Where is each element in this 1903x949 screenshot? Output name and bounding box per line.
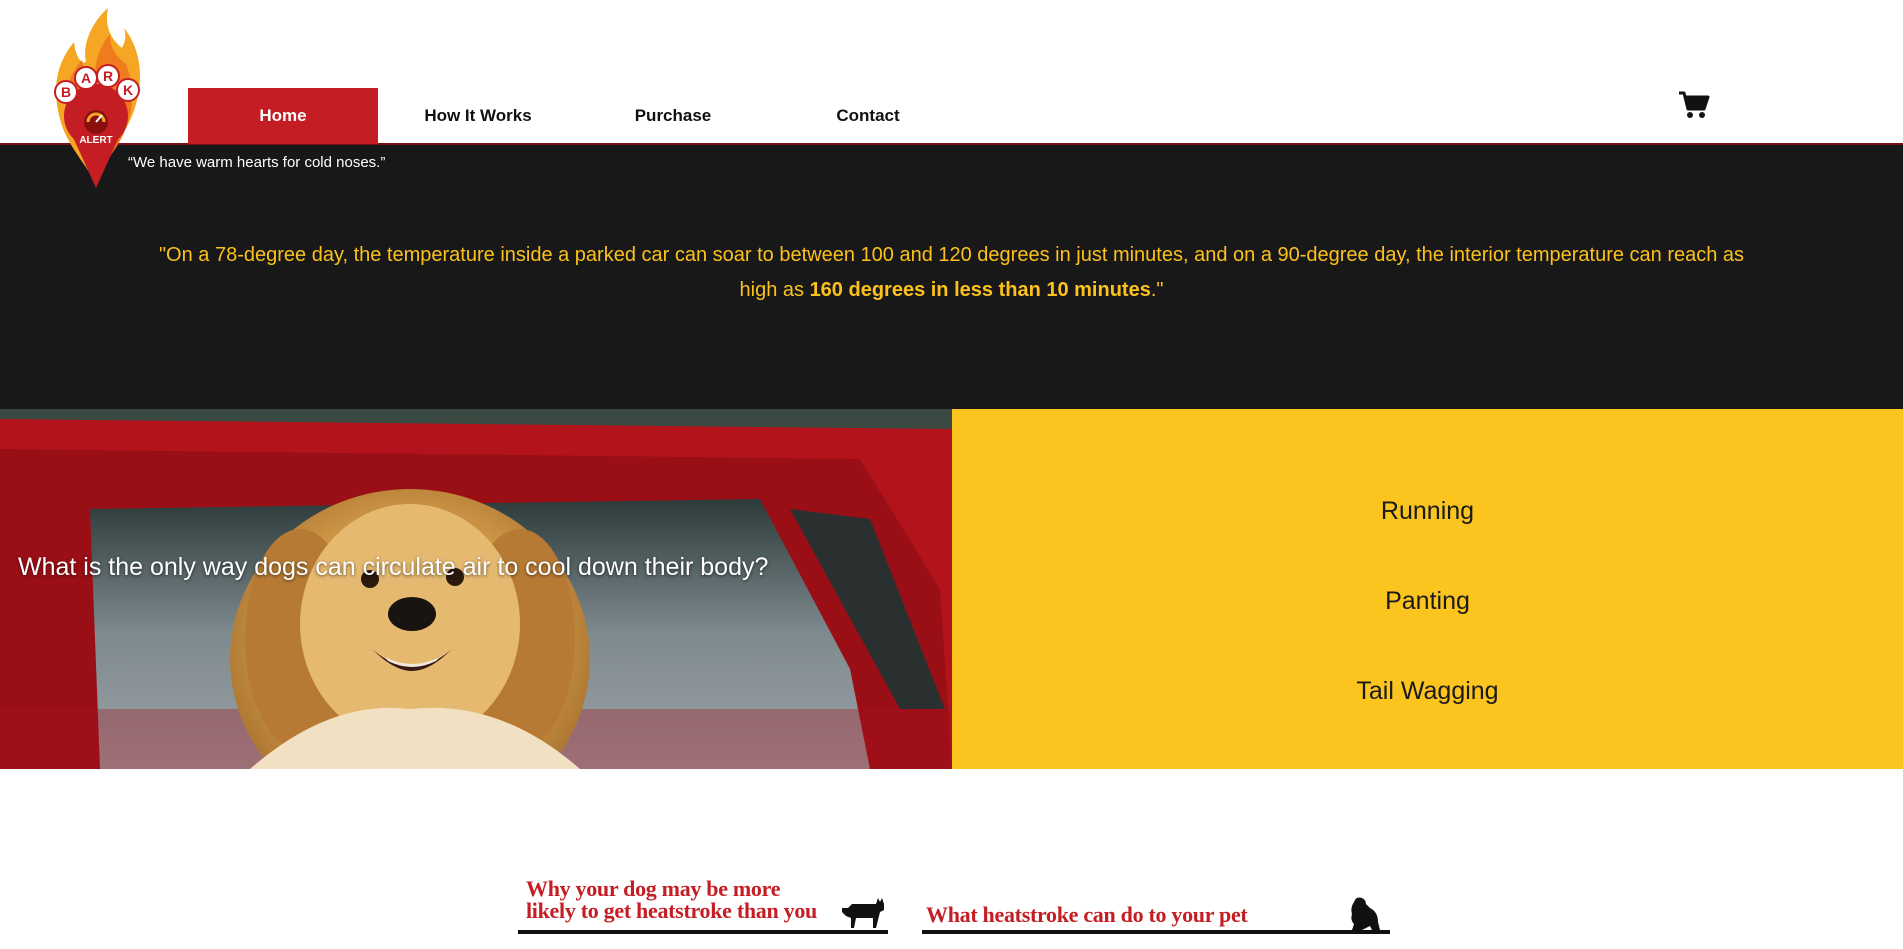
quote-text-end: ." [1150, 279, 1164, 301]
quote-text-bold: 160 degrees in less than 10 minutes [809, 279, 1151, 301]
logo-letter: R [103, 68, 113, 84]
card-divider [518, 930, 888, 934]
answer-panting[interactable]: Panting [952, 587, 1903, 616]
main-nav: Home How It Works Purchase Contact [188, 88, 968, 144]
nav-how-it-works[interactable]: How It Works [378, 88, 578, 144]
heat-quote: "On a 78-degree day, the temperature ins… [150, 238, 1753, 308]
card-title-line1: Why your dog may be more [526, 876, 781, 901]
nav-purchase[interactable]: Purchase [578, 88, 768, 144]
card-title-line2: likely to get heatstroke than you [526, 898, 817, 923]
shopping-cart-icon [1679, 91, 1710, 118]
answer-tail-wagging[interactable]: Tail Wagging [952, 677, 1903, 706]
card-heatstroke-effects[interactable]: What heatstroke can do to your pet [922, 872, 1392, 949]
quiz-answers-panel: Running Panting Tail Wagging [952, 409, 1903, 769]
brand-tagline: “We have warm hearts for cold noses.” [128, 154, 386, 171]
nav-home[interactable]: Home [188, 88, 378, 144]
logo-letter: K [123, 82, 133, 98]
nav-contact[interactable]: Contact [768, 88, 968, 144]
logo-letter: A [81, 70, 91, 86]
quiz-question: What is the only way dogs can circulate … [18, 553, 769, 581]
dog-in-car-photo [0, 409, 952, 769]
terrier-silhouette-icon [842, 898, 884, 928]
card-divider [922, 930, 1390, 934]
sitting-dog-silhouette-icon [1351, 897, 1380, 930]
logo-subtext: ALERT [79, 135, 112, 146]
answer-running[interactable]: Running [952, 497, 1903, 526]
cart-button[interactable] [1678, 90, 1710, 120]
logo-letter: B [61, 84, 71, 100]
card-dog-heatstroke-risk[interactable]: Why your dog may be more likely to get h… [518, 872, 890, 949]
card-title-line1: What heatstroke can do to your pet [926, 902, 1248, 927]
